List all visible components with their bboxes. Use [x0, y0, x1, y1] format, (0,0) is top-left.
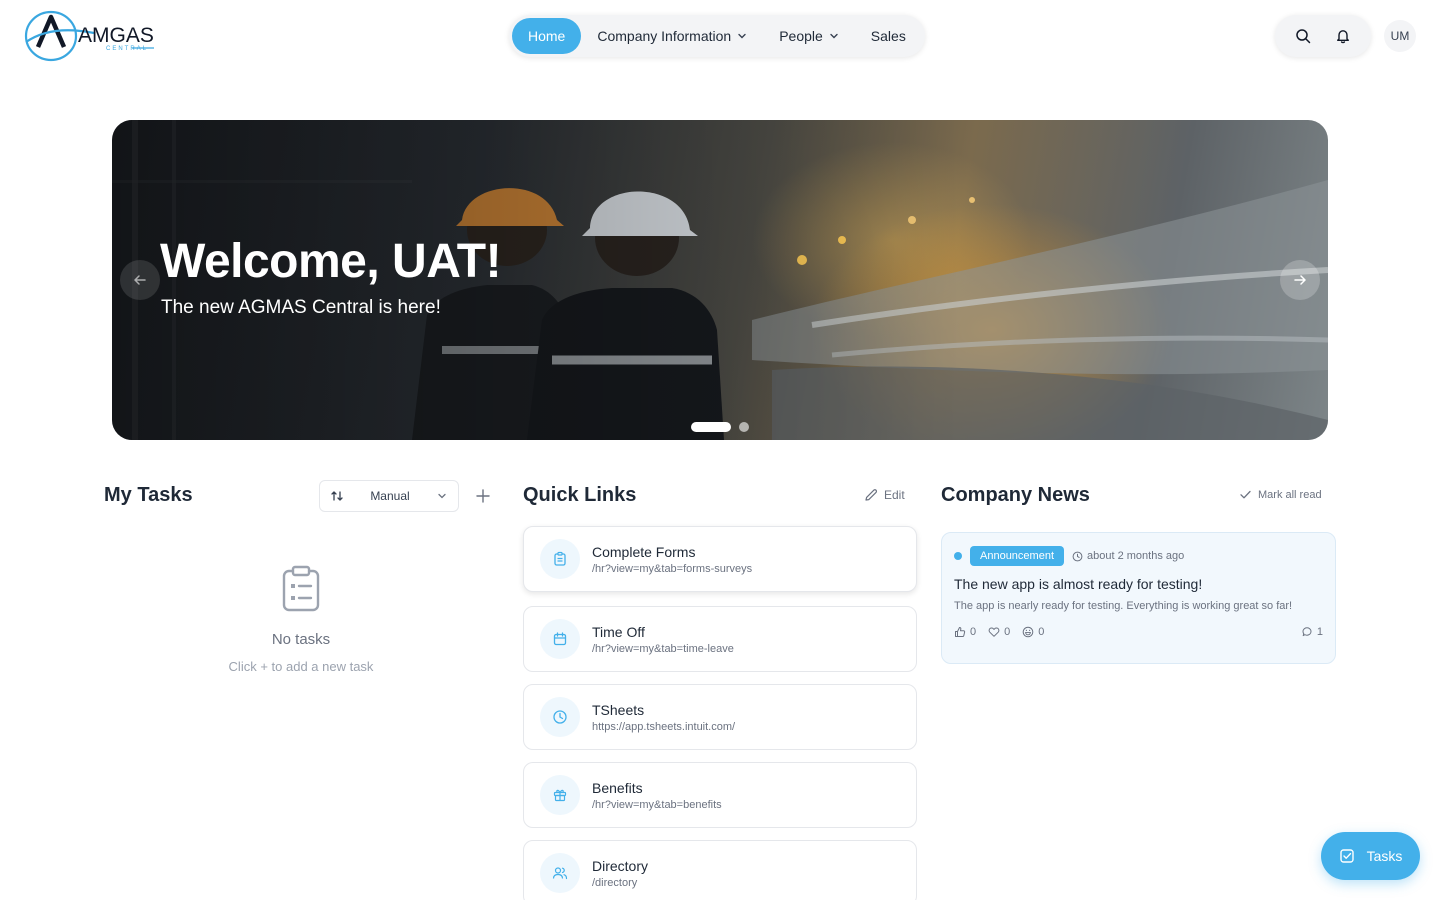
- tasks-empty-subtitle: Click + to add a new task: [228, 659, 374, 674]
- heart-button[interactable]: 0: [988, 626, 1010, 638]
- nav-home-label: Home: [528, 28, 566, 44]
- hero-carousel: Welcome, UAT! The new AGMAS Central is h…: [112, 120, 1328, 440]
- sort-icon: [331, 491, 343, 501]
- search-button[interactable]: [1287, 20, 1319, 52]
- logo-subtext: CENTRAL: [106, 46, 148, 52]
- tasks-fab-button[interactable]: Tasks: [1321, 832, 1420, 880]
- comment-count: 1: [1316, 626, 1323, 638]
- laugh-button[interactable]: 0: [1022, 626, 1044, 638]
- task-sort-value: Manual: [370, 489, 410, 503]
- company-logo[interactable]: AMGAS CENTRAL: [24, 9, 164, 64]
- quick-link-complete-forms[interactable]: Complete Forms /hr?view=my&tab=forms-sur…: [523, 526, 917, 592]
- clipboard-icon: [554, 551, 566, 566]
- quick-link-tsheets[interactable]: TSheets https://app.tsheets.intuit.com/: [523, 684, 917, 750]
- nav-sales-label: Sales: [870, 28, 906, 44]
- hero-subtitle: The new AGMAS Central is here!: [161, 297, 441, 318]
- mark-all-read-label: Mark all read: [1258, 488, 1322, 501]
- clock-icon: [1072, 551, 1083, 561]
- nav-people-label: People: [779, 28, 823, 44]
- quick-link-directory[interactable]: Directory /directory: [523, 840, 917, 900]
- checkbox-icon: [1339, 849, 1354, 863]
- clipboard-icon: [282, 565, 320, 612]
- heart-icon: [988, 627, 1000, 637]
- pencil-icon: [865, 489, 878, 501]
- tasks-empty-title: No tasks: [271, 631, 331, 648]
- nav-company-information-label: Company Information: [597, 28, 732, 44]
- arrow-right-icon: [1294, 275, 1306, 285]
- quick-link-title: Benefits: [592, 779, 643, 796]
- quick-link-title: Time Off: [592, 623, 645, 640]
- comments-button[interactable]: 1: [1301, 626, 1323, 638]
- quick-link-title: Directory: [592, 857, 649, 874]
- chevron-down-icon: [738, 33, 746, 39]
- logo-wordmark: AMGAS: [78, 24, 154, 47]
- quick-link-url: /directory: [592, 876, 638, 889]
- quick-link-url: /hr?view=my&tab=time-leave: [592, 642, 734, 655]
- company-news-title: Company News: [941, 484, 1090, 506]
- search-icon: [1296, 29, 1311, 44]
- header-actions: [1275, 15, 1371, 57]
- add-task-button[interactable]: [472, 485, 494, 507]
- nav-company-information[interactable]: Company Information: [581, 18, 763, 54]
- like-count: 0: [970, 626, 977, 638]
- nav-sales[interactable]: Sales: [855, 18, 922, 54]
- plus-icon: [476, 489, 490, 503]
- user-avatar[interactable]: UM: [1384, 20, 1416, 52]
- task-sort-select[interactable]: Manual: [319, 480, 459, 512]
- news-body: The app is nearly ready for testing. Eve…: [954, 600, 1293, 612]
- heart-count: 0: [1004, 626, 1011, 638]
- news-title: The new app is almost ready for testing!: [954, 576, 1203, 592]
- carousel-dot[interactable]: [739, 422, 749, 432]
- laugh-icon: [1022, 626, 1034, 638]
- news-time-text: about 2 months ago: [1087, 550, 1185, 562]
- news-item[interactable]: Announcement about 2 months ago The new …: [941, 532, 1336, 664]
- thumbs-up-icon: [955, 627, 966, 637]
- quick-link-url: https://app.tsheets.intuit.com/: [592, 720, 736, 733]
- chevron-down-icon: [438, 493, 446, 499]
- clock-icon: [553, 710, 567, 724]
- mark-all-read-button[interactable]: Mark all read: [1239, 488, 1322, 501]
- carousel-indicators: [691, 422, 749, 432]
- unread-indicator: [954, 552, 962, 560]
- edit-quick-links-button[interactable]: Edit: [864, 488, 905, 502]
- quick-link-title: TSheets: [592, 701, 645, 718]
- quick-links-title: Quick Links: [523, 484, 637, 506]
- laugh-count: 0: [1038, 626, 1045, 638]
- check-icon: [1240, 490, 1251, 499]
- users-icon: [552, 867, 568, 880]
- my-tasks-title: My Tasks: [104, 484, 193, 506]
- chevron-down-icon: [830, 33, 838, 39]
- news-category-badge: Announcement: [970, 546, 1064, 566]
- comment-icon: [1302, 627, 1312, 637]
- quick-link-time-off[interactable]: Time Off /hr?view=my&tab=time-leave: [523, 606, 917, 672]
- quick-link-benefits[interactable]: Benefits /hr?view=my&tab=benefits: [523, 762, 917, 828]
- edit-label: Edit: [884, 488, 905, 502]
- tasks-fab-label: Tasks: [1366, 848, 1403, 864]
- calendar-icon: [553, 632, 567, 646]
- gift-icon: [553, 789, 567, 802]
- nav-home[interactable]: Home: [512, 18, 582, 54]
- carousel-prev-button[interactable]: [120, 260, 160, 300]
- news-timestamp: about 2 months ago: [1072, 550, 1184, 562]
- news-reactions: 0 0 0 1: [954, 626, 1323, 638]
- quick-link-url: /hr?view=my&tab=forms-surveys: [592, 562, 753, 575]
- quick-link-title: Complete Forms: [592, 543, 696, 560]
- main-nav: Home Company Information People Sales: [509, 15, 925, 57]
- quick-link-url: /hr?view=my&tab=benefits: [592, 798, 722, 811]
- carousel-next-button[interactable]: [1280, 260, 1320, 300]
- bell-icon: [1337, 30, 1349, 44]
- hero-title: Welcome, UAT!: [160, 235, 502, 288]
- notifications-button[interactable]: [1327, 20, 1359, 52]
- arrow-left-icon: [134, 275, 146, 285]
- carousel-dot[interactable]: [691, 422, 731, 432]
- like-button[interactable]: 0: [954, 626, 976, 638]
- nav-people[interactable]: People: [763, 18, 855, 54]
